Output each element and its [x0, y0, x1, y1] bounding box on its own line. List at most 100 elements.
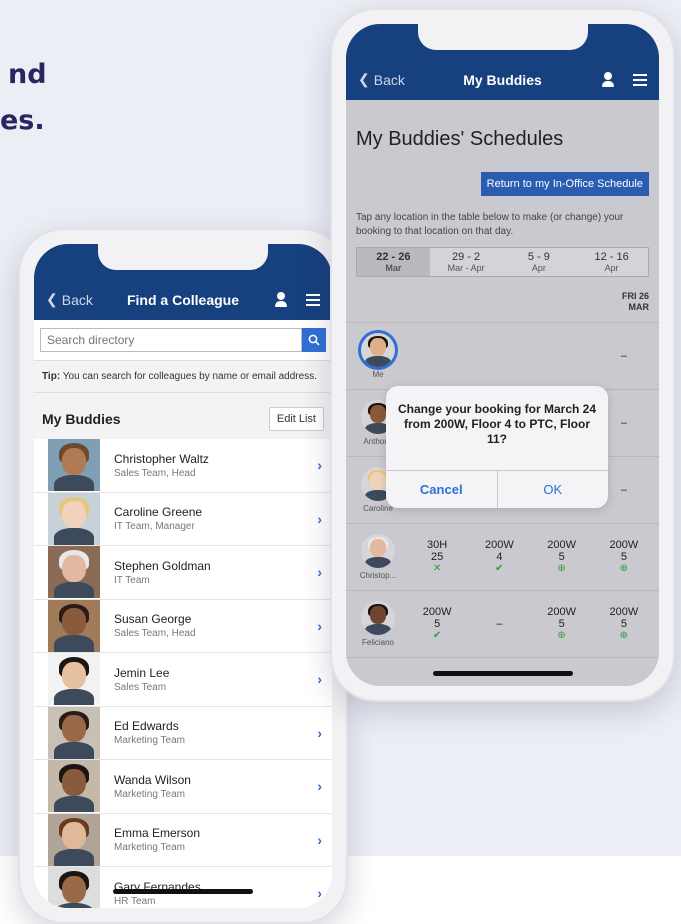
buddy-name: Ed Edwards [114, 719, 179, 734]
search-button[interactable] [302, 328, 326, 352]
buddies-header: My Buddies Edit List [34, 393, 332, 439]
week-range: 12 - 16 [594, 251, 629, 263]
buddy-name: Christopher Waltz [114, 451, 209, 466]
chevron-left-icon: ❮ [358, 71, 370, 87]
home-indicator [432, 671, 573, 676]
buddy-row[interactable]: Caroline Greene IT Team, Manager › [34, 492, 332, 546]
avatar [361, 601, 395, 635]
schedule-cell[interactable]: 200W 5 ⊕ [531, 539, 593, 575]
schedule-cell[interactable]: 200W 5 ⊕ [593, 539, 655, 575]
buddy-name: Jemin Lee [114, 665, 170, 680]
phone-buddy-schedules: ❮ Back My Buddies My Buddies' Schedules … [330, 8, 675, 702]
avatar [48, 760, 100, 813]
schedule-cell[interactable]: – [593, 350, 655, 362]
page-title: My Buddies' Schedules [356, 128, 564, 150]
cell-floor: 25 [431, 551, 444, 563]
day-header-row: FRI 26 MAR [346, 277, 659, 323]
cell-location: 200W [547, 539, 576, 551]
buddy-row[interactable]: Susan George Sales Team, Head › [34, 599, 332, 653]
cell-location: 200W [485, 539, 514, 551]
cell-location: – [620, 350, 627, 362]
buddy-name: Wanda Wilson [114, 772, 191, 787]
buddy-row[interactable]: Jemin Lee Sales Team › [34, 653, 332, 707]
avatar [48, 492, 100, 545]
schedule-cell[interactable]: 200W5✔ [406, 606, 468, 642]
buddy-row[interactable]: Emma Emerson Marketing Team › [34, 813, 332, 867]
section-title: My Buddies [42, 411, 121, 427]
search-icon [308, 334, 320, 346]
buddy-role: Marketing Team [114, 735, 185, 747]
menu-icon[interactable] [306, 294, 320, 306]
chevron-right-icon: › [317, 831, 322, 848]
person-icon[interactable] [274, 292, 288, 308]
buddy-row[interactable]: Wanda Wilson Marketing Team › [34, 760, 332, 814]
search-input[interactable] [40, 328, 302, 352]
hero-line-2: es. [0, 105, 45, 136]
schedule-cell[interactable]: – [468, 618, 530, 630]
schedule-cell[interactable]: 200W 4 ✔ [468, 539, 530, 575]
buddy-short-name: Me [372, 370, 384, 379]
status-icon: ✔ [495, 563, 504, 574]
buddy-name: Emma Emerson [114, 826, 201, 841]
home-indicator [113, 889, 253, 894]
cell-location: 30H [427, 539, 448, 551]
avatar [48, 813, 100, 866]
week-tab[interactable]: 5 - 9 Apr [503, 248, 576, 276]
week-tab[interactable]: 29 - 2 Mar - Apr [430, 248, 503, 276]
cancel-button[interactable]: Cancel [386, 471, 498, 508]
buddy-short-name: Feliciano [361, 638, 394, 647]
buddy-name: Caroline Greene [114, 505, 203, 520]
buddy-list: Christopher Waltz Sales Team, Head › Caroli… [34, 439, 332, 908]
buddy-row[interactable]: Gary Fernandes HR Team › [34, 867, 332, 908]
schedule-cell[interactable]: 200W 5 ⊕ [593, 606, 655, 642]
cell-floor: 5 [434, 618, 441, 630]
buddy-name: Susan George [114, 612, 192, 627]
ok-button[interactable]: OK [498, 471, 609, 508]
cell-floor: 5 [558, 618, 565, 630]
avatar [361, 534, 395, 568]
chevron-right-icon: › [317, 778, 322, 795]
dialog-message: Change your booking for March 24 from 20… [397, 402, 597, 446]
day-header-day: FRI 26 [621, 291, 649, 301]
hero-line-1: nd [8, 59, 47, 90]
hero-heading: nd es. [0, 52, 47, 144]
buddy-cell: Christop... [350, 534, 406, 580]
back-button[interactable]: ❮ Back [358, 71, 405, 88]
schedule-cell[interactable]: 30H 25 ✕ [406, 539, 468, 575]
buddy-short-name: Christop... [359, 571, 397, 580]
buddy-role: Sales Team [114, 681, 167, 693]
avatar [48, 867, 100, 908]
back-button[interactable]: ❮ Back [46, 291, 93, 308]
buddy-row[interactable]: Stephen Goldman IT Team › [34, 546, 332, 600]
buddy-row[interactable]: Ed Edwards Marketing Team › [34, 706, 332, 760]
week-tab[interactable]: 12 - 16 Apr [575, 248, 648, 276]
search-bar [34, 320, 332, 360]
week-month: Apr [604, 263, 619, 273]
chevron-right-icon: › [317, 564, 322, 581]
edit-list-button[interactable]: Edit List [268, 407, 324, 431]
phone-find-colleague: ❮ Back Find a Colleague Tip: You can sea… [18, 228, 348, 924]
buddy-role: IT Team [114, 574, 150, 586]
phone-notch [98, 244, 268, 270]
schedule-row: Me – [346, 323, 659, 390]
confirm-dialog: Change your booking for March 24 from 20… [386, 386, 608, 508]
schedule-row: Feliciano 200W 5 ✔ –200W 5 ⊕ 200W 5 ⊕ [346, 591, 659, 658]
week-month: Mar [385, 263, 402, 273]
person-icon[interactable] [601, 72, 615, 88]
tip-text: Tip: You can search for colleagues by na… [34, 360, 332, 393]
schedule-cell[interactable]: 200W 5 ⊕ [531, 606, 593, 642]
chevron-right-icon: › [317, 617, 322, 634]
buddy-row[interactable]: Christopher Waltz Sales Team, Head › [34, 439, 332, 493]
buddy-role: HR Team [114, 895, 156, 907]
week-tab[interactable]: 22 - 26 Mar [357, 248, 430, 276]
cell-floor: 5 [620, 551, 627, 563]
chevron-right-icon: › [317, 457, 322, 474]
avatar [48, 653, 100, 706]
menu-icon[interactable] [633, 74, 647, 86]
cell-location: 200W [547, 606, 576, 618]
buddy-role: Sales Team, Head [114, 467, 196, 479]
return-to-schedule-button[interactable]: Return to my In-Office Schedule [480, 172, 649, 196]
phone-notch [417, 24, 588, 50]
schedule-row: Christop... 30H 25 ✕ 200W 4 ✔ 200W 5 ⊕ 200W 5 ⊕ [346, 524, 659, 591]
buddy-role: IT Team, Manager [114, 521, 195, 533]
